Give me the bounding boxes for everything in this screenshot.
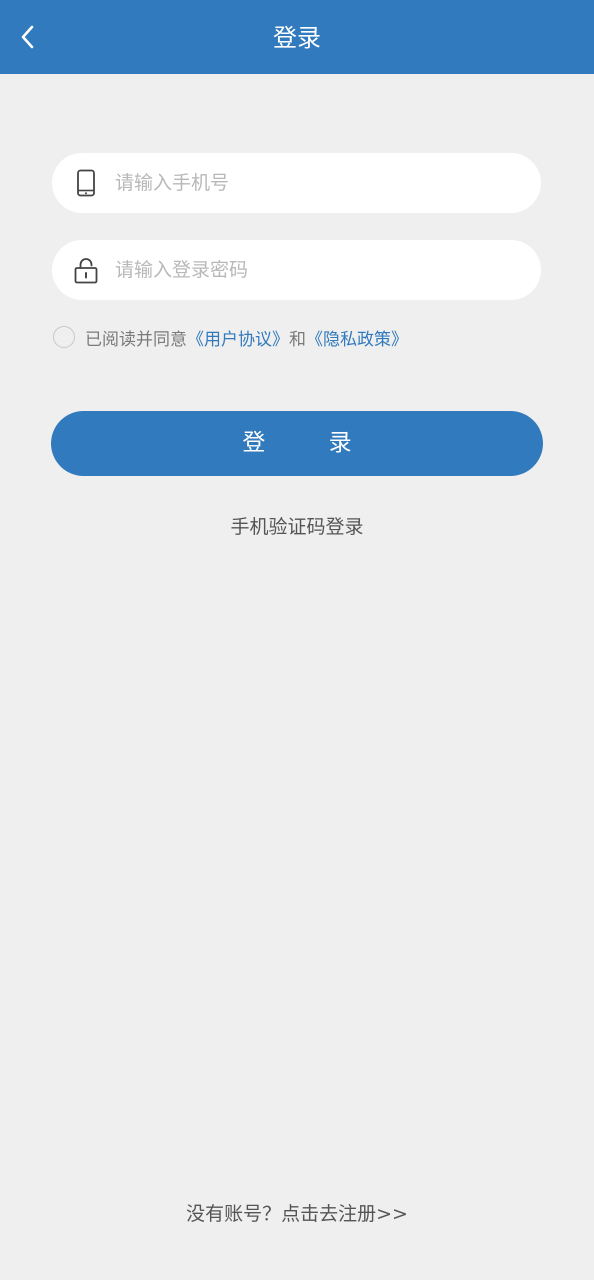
privacy-policy-link[interactable]: 《隐私政策》 bbox=[306, 325, 408, 350]
password-field[interactable] bbox=[52, 240, 541, 300]
agreement-prefix: 已阅读并同意 bbox=[85, 329, 187, 350]
header-bar: 登录 bbox=[0, 0, 594, 74]
phone-input[interactable] bbox=[115, 153, 515, 213]
agreement-conjunction: 和 bbox=[289, 329, 306, 350]
agreement-row: 已阅读并同意 《用户协议》 和 《隐私政策》 bbox=[53, 324, 408, 350]
lock-icon bbox=[74, 258, 98, 284]
page-title: 登录 bbox=[273, 24, 321, 52]
agreement-checkbox[interactable] bbox=[53, 326, 75, 348]
user-agreement-link[interactable]: 《用户协议》 bbox=[187, 325, 289, 350]
phone-field[interactable] bbox=[52, 153, 541, 213]
login-button[interactable]: 登 录 bbox=[51, 411, 543, 476]
register-link[interactable]: 没有账号？点击去注册>> bbox=[0, 1199, 594, 1226]
password-input[interactable] bbox=[115, 240, 515, 300]
sms-login-link[interactable]: 手机验证码登录 bbox=[0, 512, 594, 539]
mobile-phone-icon bbox=[77, 169, 95, 197]
